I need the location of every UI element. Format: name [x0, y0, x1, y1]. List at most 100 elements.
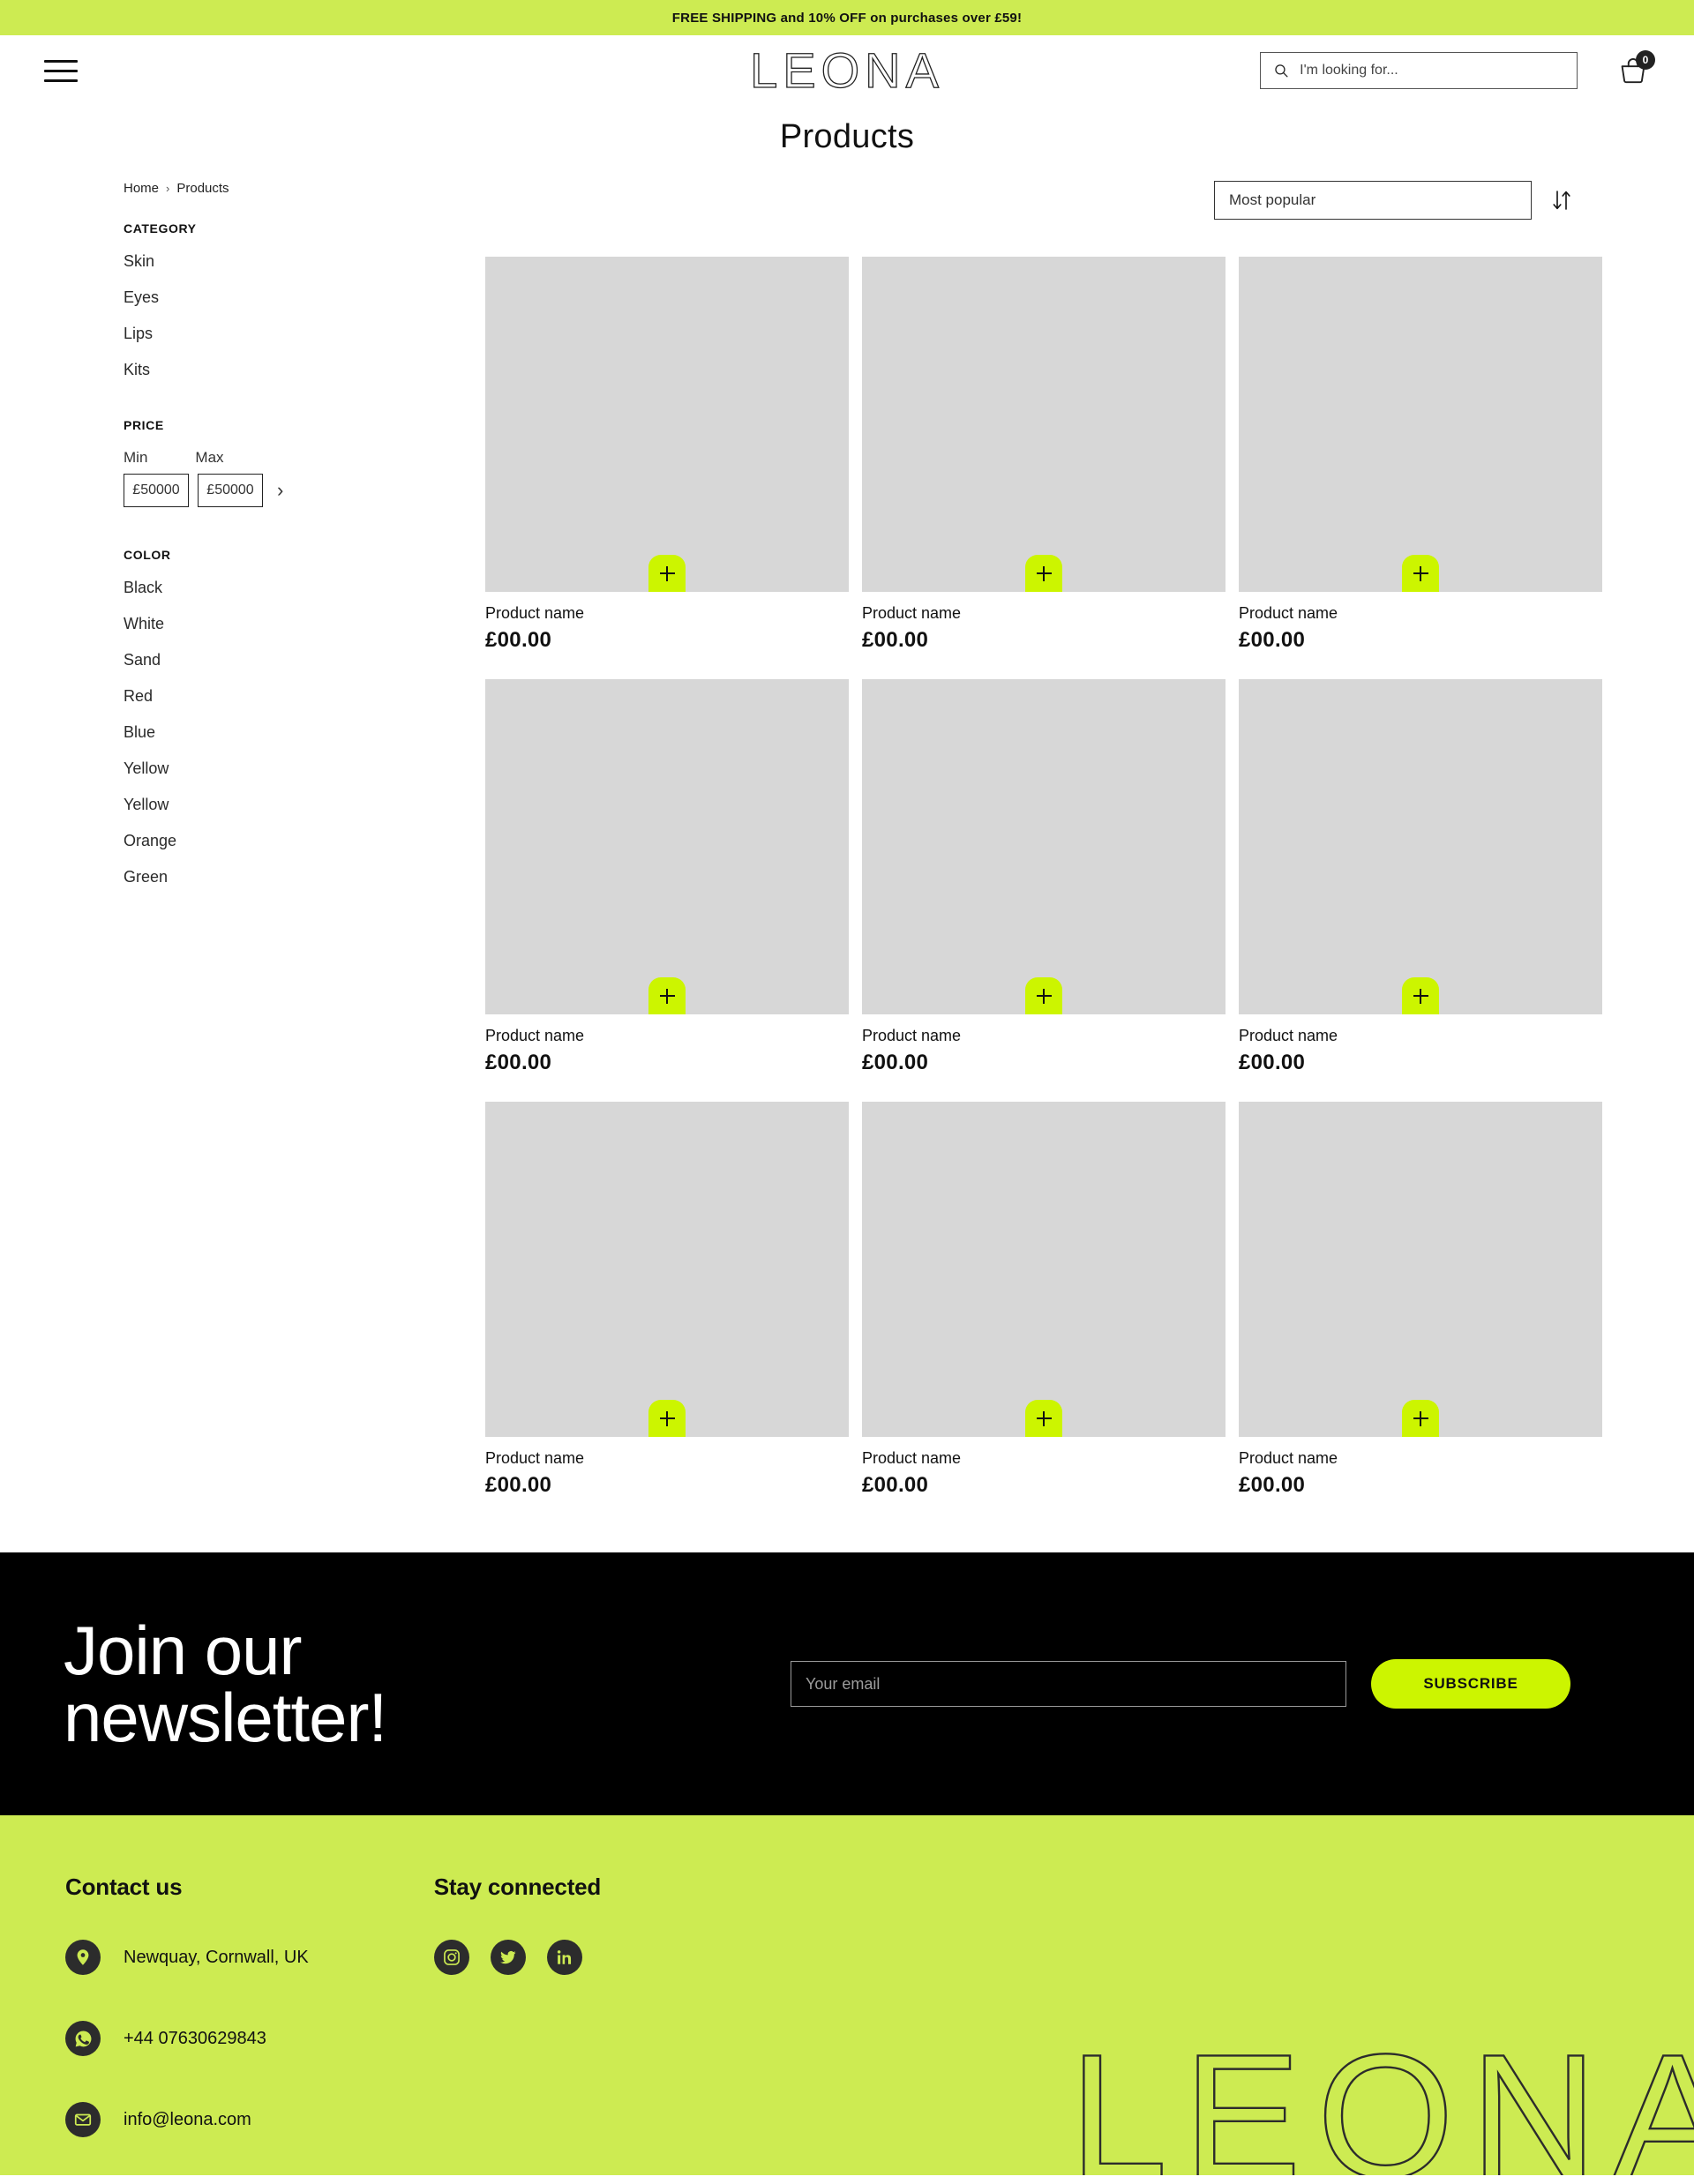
filter-item-eyes[interactable]: Eyes: [124, 288, 485, 307]
hamburger-line: [44, 79, 78, 82]
filter-item-blue[interactable]: Blue: [124, 723, 485, 742]
sort-direction-button[interactable]: [1551, 189, 1572, 212]
category-filter-group: CATEGORY Skin Eyes Lips Kits: [124, 221, 485, 379]
linkedin-icon: [557, 1950, 571, 1964]
price-labels: Min Max: [124, 449, 485, 467]
product-name: Product name: [485, 1449, 585, 1467]
add-to-cart-plus-icon[interactable]: [1402, 977, 1439, 1014]
filter-item-sand[interactable]: Sand: [124, 651, 485, 669]
main-content: Home › Products CATEGORY Skin Eyes Lips …: [0, 181, 1694, 1498]
subscribe-button[interactable]: SUBSCRIBE: [1371, 1659, 1570, 1709]
product-name: Product name: [862, 1449, 962, 1467]
filter-item-green[interactable]: Green: [124, 868, 485, 886]
product-name: Product name: [1239, 1449, 1338, 1467]
location-pin-icon: [65, 1940, 101, 1975]
product-image-placeholder[interactable]: [862, 679, 1226, 1014]
contact-item-address[interactable]: Newquay, Cornwall, UK: [65, 1940, 309, 1975]
filter-item-black[interactable]: Black: [124, 579, 485, 597]
filter-item-skin[interactable]: Skin: [124, 252, 485, 271]
product-card[interactable]: Product name £00.00: [1239, 257, 1602, 653]
newsletter-email-input[interactable]: [806, 1662, 1331, 1706]
filters-sidebar: CATEGORY Skin Eyes Lips Kits PRICE Min M…: [124, 181, 485, 1498]
product-card[interactable]: Product name £00.00: [485, 1102, 849, 1498]
sort-select[interactable]: Most popular: [1214, 181, 1532, 220]
add-to-cart-plus-icon[interactable]: [1402, 555, 1439, 592]
product-image-placeholder[interactable]: [862, 257, 1226, 592]
newsletter-title: Join our newsletter!: [64, 1611, 387, 1756]
linkedin-link[interactable]: [546, 1940, 582, 1975]
product-name: Product name: [1239, 604, 1338, 622]
add-to-cart-plus-icon[interactable]: [648, 977, 686, 1014]
add-to-cart-plus-icon[interactable]: [1025, 977, 1062, 1014]
header-actions: 0: [1260, 50, 1655, 89]
contact-item-phone[interactable]: +44 07630629843: [65, 2021, 309, 2056]
breadcrumb-item-home[interactable]: Home: [124, 181, 159, 196]
newsletter-email-field[interactable]: [791, 1661, 1346, 1707]
filter-item-kits[interactable]: Kits: [124, 361, 485, 379]
contact-item-email[interactable]: info@leona.com: [65, 2102, 309, 2137]
price-apply-chevron-right-icon[interactable]: ›: [272, 477, 289, 504]
product-card[interactable]: Product name £00.00: [485, 679, 849, 1075]
category-filter-heading: CATEGORY: [124, 221, 197, 236]
cart-button[interactable]: 0: [1615, 50, 1655, 89]
product-image-placeholder[interactable]: [1239, 1102, 1602, 1437]
price-min-input[interactable]: [124, 475, 188, 506]
filter-item-yellow-2[interactable]: Yellow: [124, 796, 485, 814]
product-card[interactable]: Product name £00.00: [1239, 1102, 1602, 1498]
filter-item-white[interactable]: White: [124, 615, 485, 633]
product-card[interactable]: Product name £00.00: [862, 1102, 1226, 1498]
price-min-label: Min: [124, 449, 148, 466]
footer-columns: Contact us Newquay, Cornwall, UK +44 076…: [65, 1874, 1694, 2175]
add-to-cart-plus-icon[interactable]: [1025, 1400, 1062, 1437]
add-to-cart-plus-icon[interactable]: [1025, 555, 1062, 592]
product-price: £00.00: [485, 1051, 552, 1074]
cart-count-badge: 0: [1636, 50, 1655, 70]
footer-contact-column: Contact us Newquay, Cornwall, UK +44 076…: [65, 1874, 309, 2175]
product-card[interactable]: Product name £00.00: [485, 257, 849, 653]
price-min-field[interactable]: [124, 474, 189, 507]
category-filter-list: Skin Eyes Lips Kits: [124, 252, 485, 379]
search-input[interactable]: [1300, 63, 1564, 79]
product-price: £00.00: [1239, 1473, 1306, 1497]
instagram-link[interactable]: [433, 1940, 469, 1975]
promo-banner-text: FREE SHIPPING and 10% OFF on purchases o…: [671, 10, 1023, 26]
social-heading: Stay connected: [433, 1874, 602, 1900]
product-image-placeholder[interactable]: [485, 1102, 849, 1437]
twitter-link[interactable]: [490, 1940, 526, 1975]
price-inputs: ›: [124, 474, 485, 507]
product-card[interactable]: Product name £00.00: [862, 257, 1226, 653]
color-filter-group: COLOR Black White Sand Red Blue Yellow Y…: [124, 548, 485, 886]
filter-item-orange[interactable]: Orange: [124, 832, 485, 850]
brand-logo[interactable]: LEONA: [749, 45, 944, 95]
hamburger-menu-icon[interactable]: [44, 57, 78, 84]
color-filter-list: Black White Sand Red Blue Yellow Yellow …: [124, 579, 485, 886]
promo-banner: FREE SHIPPING and 10% OFF on purchases o…: [0, 0, 1694, 35]
product-card[interactable]: Product name £00.00: [1239, 679, 1602, 1075]
add-to-cart-plus-icon[interactable]: [1402, 1400, 1439, 1437]
breadcrumb-item-products[interactable]: Products: [176, 181, 229, 196]
price-max-field[interactable]: [198, 474, 263, 507]
color-filter-heading: COLOR: [124, 548, 171, 562]
product-image-placeholder[interactable]: [862, 1102, 1226, 1437]
price-max-input[interactable]: [199, 475, 262, 506]
product-image-placeholder[interactable]: [485, 257, 849, 592]
filter-item-yellow[interactable]: Yellow: [124, 759, 485, 778]
email-icon: [65, 2102, 101, 2137]
filter-item-red[interactable]: Red: [124, 687, 485, 706]
product-image-placeholder[interactable]: [1239, 257, 1602, 592]
footer-social-column: Stay connected: [433, 1874, 602, 2175]
search-box[interactable]: [1260, 52, 1578, 89]
product-image-placeholder[interactable]: [485, 679, 849, 1014]
product-image-placeholder[interactable]: [1239, 679, 1602, 1014]
product-card[interactable]: Product name £00.00: [862, 679, 1226, 1075]
whatsapp-phone-icon: [65, 2021, 101, 2056]
product-price: £00.00: [862, 1473, 929, 1497]
instagram-icon: [443, 1949, 460, 1965]
add-to-cart-plus-icon[interactable]: [648, 1400, 686, 1437]
add-to-cart-plus-icon[interactable]: [648, 555, 686, 592]
filter-item-lips[interactable]: Lips: [124, 325, 485, 343]
contact-email-text: info@leona.com: [124, 2109, 251, 2129]
product-name: Product name: [862, 1027, 962, 1044]
site-footer: Contact us Newquay, Cornwall, UK +44 076…: [0, 1815, 1694, 2175]
product-price: £00.00: [862, 628, 929, 652]
